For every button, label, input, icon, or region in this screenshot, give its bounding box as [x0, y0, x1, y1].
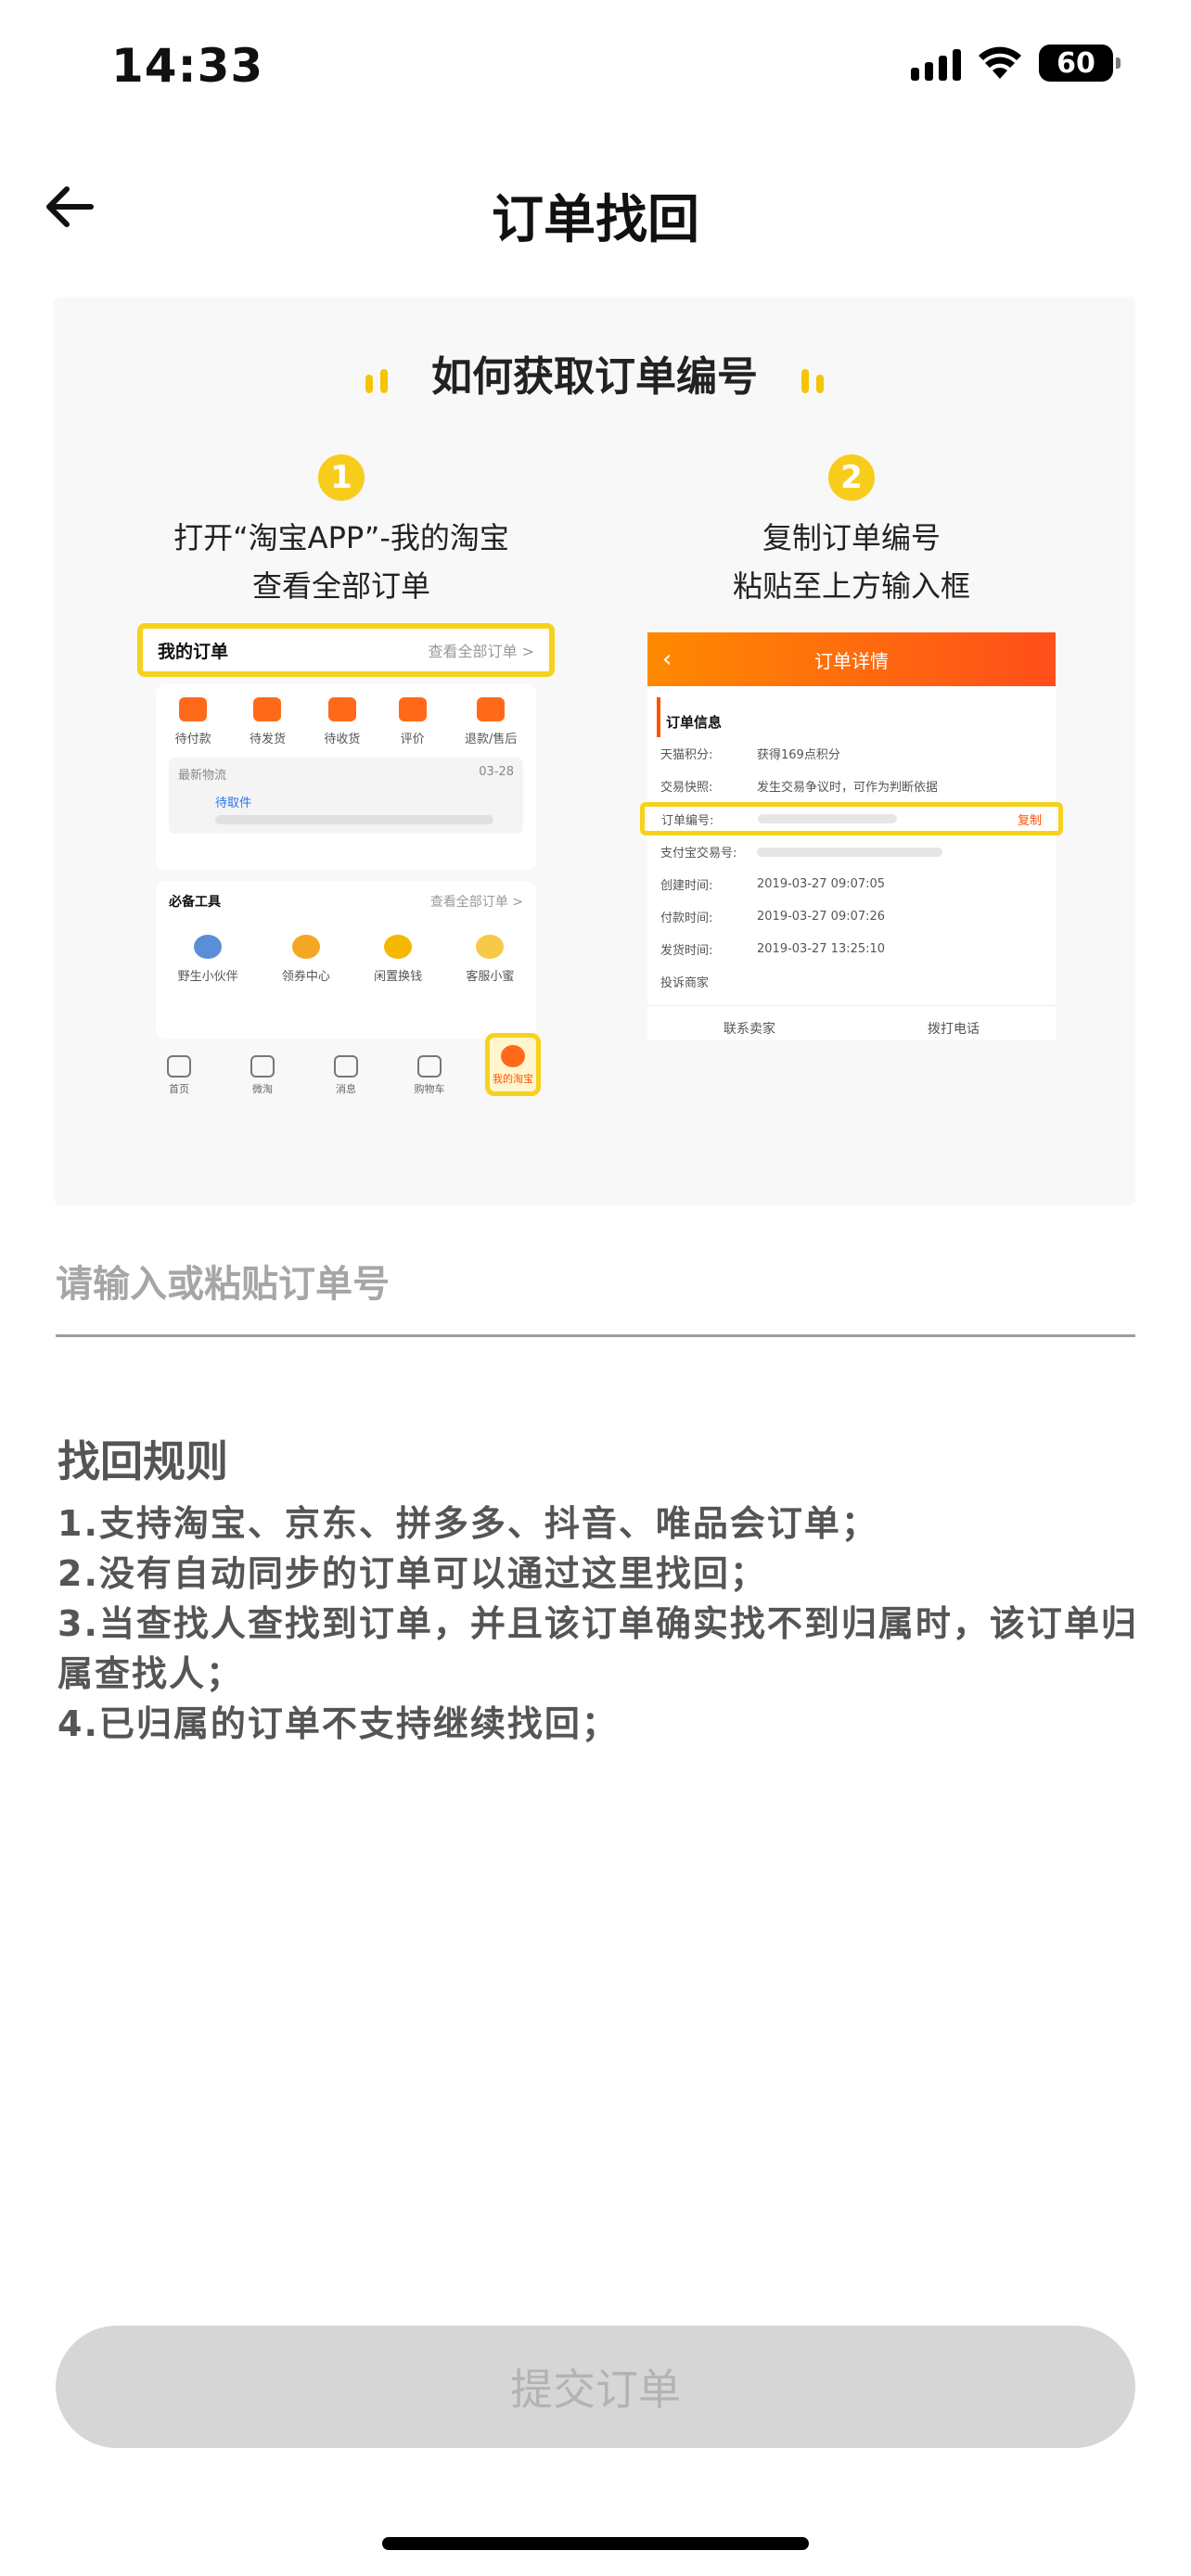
order-status-card: 待付款 待发货 待收货 评价 退款/售后 最新物流 03-28 待取件 [156, 684, 536, 870]
order-icon-item: 待发货 [250, 697, 286, 746]
truck-icon [327, 697, 356, 721]
tool-item: 领券中心 [282, 935, 330, 984]
decor-bars-icon [362, 356, 391, 403]
tab-home: 首页 [151, 1055, 207, 1096]
taobao-tab-bar: 首页 微淘 消息 购物车 我的淘宝 [137, 1031, 555, 1096]
rule-item: 1.支持淘宝、京东、拼多多、抖音、唯品会订单； [58, 1503, 878, 1544]
blurred-order-number [758, 814, 897, 823]
step-text-line2: 查看全部订单 [251, 568, 430, 604]
tools-card: 必备工具 查看全部订单 > 野生小伙伴 领券中心 闲置换钱 客服小蜜 [156, 881, 536, 1039]
detail-row: 交易快照: 发生交易争议时，可作为判断依据 [660, 781, 939, 795]
order-number-row-highlight: 订单编号: 复制 [640, 802, 1063, 835]
tab-cart: 购物车 [402, 1055, 457, 1096]
tool-item: 闲置换钱 [374, 935, 422, 984]
guide-heading-text: 如何获取订单编号 [431, 353, 758, 401]
comment-icon [398, 697, 427, 721]
yen-icon [384, 935, 413, 959]
tool-item: 客服小蜜 [466, 935, 514, 984]
detail-row: 付款时间: 2019-03-27 09:07:26 [660, 910, 886, 925]
wallet-icon [179, 697, 208, 721]
wifi-icon [979, 46, 1021, 79]
order-detail-screenshot: ‹ 订单详情 订单信息 天猫积分: 获得169点积分 交易快照: 发生交易争议时，可… [640, 632, 1063, 1040]
order-number-guide: 如何获取订单编号 1 打开“淘宝APP”-我的淘宝 查看全部订单 2 复制订单编… [54, 297, 1135, 1205]
order-info-section-title: 订单信息 [657, 697, 1056, 737]
logistics-status: 待取件 [215, 797, 252, 810]
tab-my-taobao: 我的淘宝 [485, 1033, 541, 1096]
copy-label: 复制 [1017, 813, 1042, 828]
order-icon-item: 退款/售后 [465, 697, 517, 746]
nav-bar: 订单找回 [0, 148, 1191, 269]
refund-icon [477, 697, 506, 721]
chat-icon [334, 1055, 358, 1078]
guide-step-2: 2 复制订单编号 粘贴至上方输入框 [592, 454, 1111, 610]
robot-icon [476, 935, 505, 959]
coupon-icon [291, 935, 320, 959]
tab-weitao: 微淘 [235, 1055, 290, 1096]
order-icon-item: 待付款 [175, 697, 211, 746]
cellular-signal-icon [911, 45, 961, 81]
guide-step-1: 1 打开“淘宝APP”-我的淘宝 查看全部订单 [82, 454, 601, 610]
rule-item: 2.没有自动同步的订单可以通过这里找回； [58, 1553, 767, 1594]
box-icon [253, 697, 282, 721]
decor-bars-icon [798, 356, 827, 403]
cart-icon [417, 1055, 442, 1078]
taobao-my-orders-screenshot: 我的订单 查看全部订单 > 待付款 待发货 待收货 评价 退款/售后 最新物流 … [137, 623, 555, 1096]
my-orders-title: 我的订单 [158, 641, 229, 662]
mascot-icon [194, 935, 223, 959]
order-icon-item: 待收货 [324, 697, 360, 746]
rule-item: 3.当查找人查找到订单，并且该订单确实找不到归属时，该订单归属查找人； [58, 1603, 1138, 1694]
order-detail-bar: ‹ 订单详情 [647, 632, 1056, 686]
tab-messages: 消息 [318, 1055, 374, 1096]
detail-row: 发货时间: 2019-03-27 13:25:10 [660, 942, 886, 958]
guide-heading: 如何获取订单编号 [54, 343, 1135, 403]
step-number-badge: 2 [828, 454, 875, 501]
order-icon-item: 评价 [398, 697, 427, 746]
recovery-rules: 找回规则 1.支持淘宝、京东、拼多多、抖音、唯品会订单； 2.没有自动同步的订单… [58, 1428, 1143, 1749]
view-all-orders-link: 查看全部订单 > [428, 643, 535, 660]
order-detail-actions: 联系卖家 拨打电话 [647, 1005, 1056, 1050]
tool-item: 野生小伙伴 [178, 935, 238, 984]
user-icon [501, 1045, 525, 1067]
my-orders-header: 我的订单 查看全部订单 > [137, 623, 555, 677]
step-text-line1: 打开“淘宝APP”-我的淘宝 [173, 520, 509, 555]
battery-icon: 60 [1039, 45, 1121, 82]
step-number-badge: 1 [318, 454, 365, 501]
broadcast-icon [250, 1055, 275, 1078]
contact-seller-label: 联系卖家 [724, 1021, 775, 1037]
status-bar: 14:33 60 [0, 0, 1191, 139]
submit-order-button[interactable]: 提交订单 [56, 2326, 1135, 2448]
step-text-line1: 复制订单编号 [762, 520, 941, 555]
detail-row: 支付宝交易号: [647, 835, 1056, 868]
order-number-input[interactable] [56, 1233, 1135, 1337]
home-indicator [382, 2537, 809, 2550]
detail-row: 投诉商家 [660, 976, 710, 990]
rules-title: 找回规则 [58, 1436, 228, 1486]
status-time: 14:33 [111, 39, 264, 93]
call-phone-label: 拨打电话 [928, 1021, 980, 1037]
chevron-left-icon: ‹ [662, 645, 672, 673]
logistics-box: 最新物流 03-28 待取件 [169, 758, 523, 834]
status-icons: 60 [911, 45, 1121, 82]
rule-item: 4.已归属的订单不支持继续找回； [58, 1703, 619, 1744]
page-title: 订单找回 [492, 190, 699, 250]
home-icon [167, 1055, 191, 1078]
step-text-line2: 粘贴至上方输入框 [732, 568, 970, 604]
detail-row: 创建时间: 2019-03-27 09:07:05 [660, 877, 886, 893]
detail-row: 天猫积分: 获得169点积分 [660, 748, 840, 762]
